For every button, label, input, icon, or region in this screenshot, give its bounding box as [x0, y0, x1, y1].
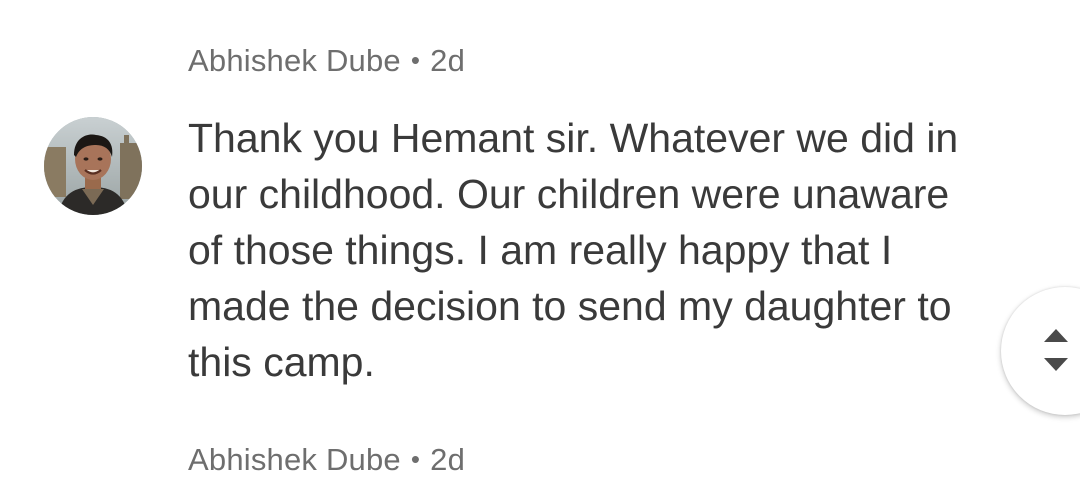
- comment-author[interactable]: Abhishek Dube: [188, 442, 401, 477]
- comment-text-line: this camp.: [188, 339, 375, 385]
- comment-meta: Abhishek Dube • 2d: [188, 442, 465, 478]
- comment-text: Thank you Hemant sir. Whatever we did in…: [188, 110, 1028, 390]
- comment-text-line: our childhood. Our children were unaware: [188, 171, 950, 217]
- meta-separator: •: [410, 45, 421, 75]
- comment-age: 2d: [430, 43, 466, 78]
- meta-separator: •: [410, 444, 421, 474]
- comment-age: 2d: [430, 442, 466, 477]
- person-photo-avatar-icon: [44, 117, 142, 215]
- caret-down-icon[interactable]: [1044, 358, 1068, 371]
- comment-meta: Abhishek Dube • 2d: [188, 43, 465, 79]
- comments-screen: Abhishek Dube • 2d Thank you Hemant sir.…: [0, 0, 1080, 503]
- comment-author[interactable]: Abhishek Dube: [188, 43, 401, 78]
- comment-text-line: of those things. I am really happy that …: [188, 227, 893, 273]
- comment-item: Abhishek Dube • 2d: [0, 430, 1080, 503]
- avatar[interactable]: [44, 117, 142, 215]
- comment-item: Abhishek Dube • 2d: [0, 0, 1080, 430]
- comment-text-line: Thank you Hemant sir. Whatever we did in: [188, 115, 959, 161]
- comment-text-line: made the decision to send my daughter to: [188, 283, 952, 329]
- caret-up-icon[interactable]: [1044, 329, 1068, 342]
